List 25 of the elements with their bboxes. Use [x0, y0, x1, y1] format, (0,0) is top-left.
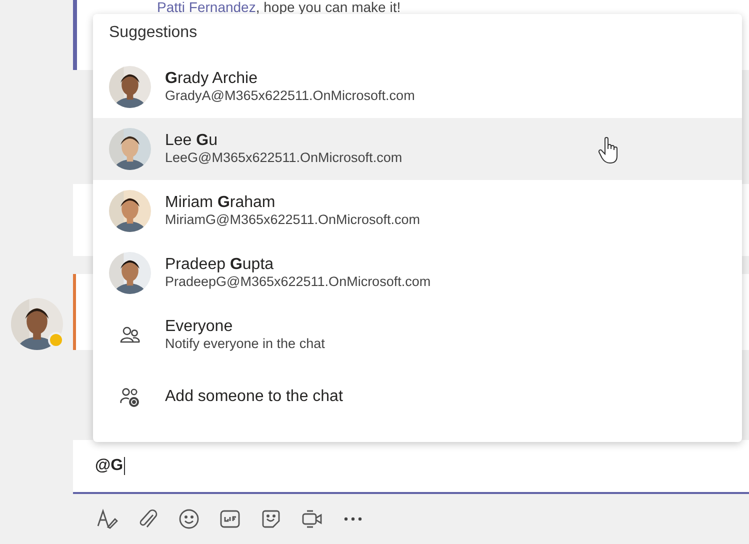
add-person-icon	[119, 386, 141, 408]
contact-name: Grady Archie	[165, 70, 258, 88]
popup-title: Suggestions	[108, 23, 198, 43]
suggestion-item[interactable]: Everyone Notify everyone in the chat	[93, 304, 742, 366]
suggestion-item[interactable]: Miriam Graham MiriamG@M365x622511.OnMicrosoft.com	[93, 180, 742, 242]
contact-name: Everyone	[165, 318, 234, 336]
suggestion-item[interactable]: Grady Archie GradyA@M365x622511.OnMicrosoft.com	[93, 56, 742, 118]
contact-detail: LeeG@M365x622511.OnMicrosoft.com	[165, 150, 402, 166]
hand-cursor-icon	[598, 137, 620, 165]
suggestion-item[interactable]: Lee Gu LeeG@M365x622511.OnMicrosoft.com	[93, 118, 742, 180]
contact-name: Miriam Graham	[165, 194, 276, 212]
contact-detail: MiriamG@M365x622511.OnMicrosoft.com	[165, 212, 420, 228]
message-text: Patti Fernandez, hope you can make it!	[157, 0, 402, 14]
message-input[interactable]: @G	[73, 440, 749, 494]
contact-detail: GradyA@M365x622511.OnMicrosoft.com	[165, 88, 415, 104]
contact-detail: PradeepG@M365x622511.OnMicrosoft.com	[165, 274, 431, 290]
contact-name: Add someone to the chat	[165, 388, 343, 406]
contact-name: Pradeep Gupta	[165, 256, 275, 274]
contact-detail: Notify everyone in the chat	[165, 336, 325, 352]
format-icon[interactable]	[95, 507, 119, 531]
suggestion-item[interactable]: Pradeep Gupta PradeepG@M365x622511.OnMicrosoft.com	[93, 242, 742, 304]
suggestion-item[interactable]: Add someone to the chat	[93, 366, 742, 428]
contact-name: Lee Gu	[165, 132, 218, 150]
mention-link[interactable]: Patti Fernandez	[157, 0, 256, 15]
emoji-icon[interactable]	[177, 507, 201, 531]
